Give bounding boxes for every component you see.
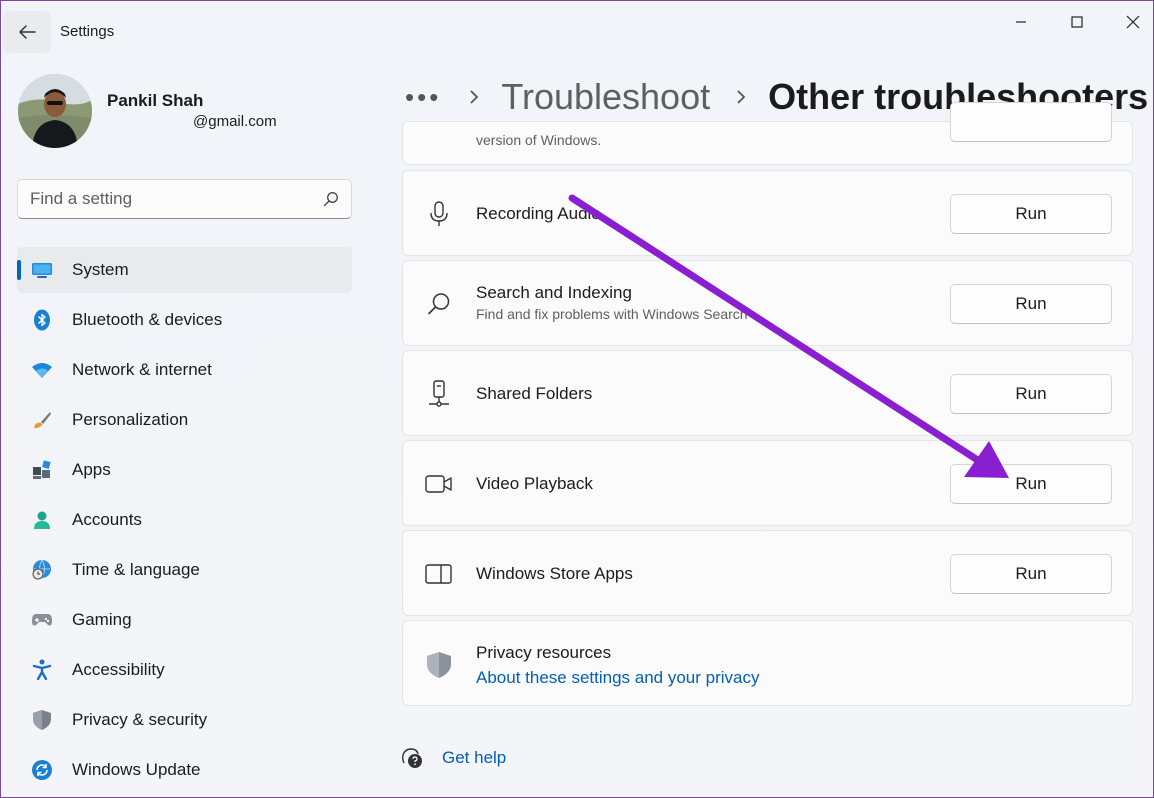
person-icon bbox=[31, 509, 53, 531]
minimize-icon bbox=[1016, 21, 1026, 23]
search-input[interactable] bbox=[30, 189, 323, 209]
troubleshooter-description: Find and fix problems with Windows Searc… bbox=[476, 306, 748, 322]
sidebar-item-privacy-security[interactable]: Privacy & security bbox=[17, 697, 352, 743]
chevron-right-icon bbox=[736, 89, 746, 105]
sidebar-item-label: Gaming bbox=[72, 610, 132, 629]
chevron-right-icon bbox=[469, 89, 479, 105]
troubleshooter-card-search-indexing: Search and Indexing Find and fix problem… bbox=[402, 260, 1133, 346]
breadcrumb-troubleshoot[interactable]: Troubleshoot bbox=[501, 76, 710, 118]
troubleshooter-title: Windows Store Apps bbox=[476, 564, 633, 583]
run-button[interactable] bbox=[950, 102, 1112, 142]
sidebar-item-personalization[interactable]: Personalization bbox=[17, 397, 352, 443]
sidebar-item-accessibility[interactable]: Accessibility bbox=[17, 647, 352, 693]
accessibility-icon bbox=[31, 659, 53, 681]
avatar[interactable] bbox=[18, 74, 92, 148]
sidebar-item-label: Personalization bbox=[72, 410, 189, 429]
gamepad-icon bbox=[31, 609, 53, 631]
sidebar-item-apps[interactable]: Apps bbox=[17, 447, 352, 493]
troubleshooter-title: Video Playback bbox=[476, 474, 593, 493]
run-button-shared-folders[interactable]: Run bbox=[950, 374, 1112, 414]
help-icon bbox=[401, 748, 422, 768]
sidebar-item-label: Accessibility bbox=[72, 660, 165, 679]
get-help-link[interactable]: Get help bbox=[442, 748, 506, 768]
privacy-resources-title: Privacy resources bbox=[476, 643, 612, 662]
search-box[interactable] bbox=[17, 179, 352, 219]
breadcrumb-more-button[interactable]: ••• bbox=[405, 84, 441, 110]
apps-icon bbox=[31, 459, 53, 481]
maximize-button[interactable] bbox=[1054, 9, 1100, 35]
sidebar-item-gaming[interactable]: Gaming bbox=[17, 597, 352, 643]
sidebar-item-accounts[interactable]: Accounts bbox=[17, 497, 352, 543]
minimize-button[interactable] bbox=[998, 9, 1044, 35]
sidebar-item-time-language[interactable]: Time & language bbox=[17, 547, 352, 593]
close-icon bbox=[1126, 15, 1140, 29]
privacy-settings-link[interactable]: About these settings and your privacy bbox=[476, 668, 760, 688]
sidebar-item-label: Windows Update bbox=[72, 760, 201, 779]
privacy-resources-card: Privacy resources About these settings a… bbox=[402, 620, 1133, 706]
sidebar-item-label: Time & language bbox=[72, 560, 200, 579]
update-icon bbox=[31, 759, 53, 781]
paintbrush-icon bbox=[31, 409, 53, 431]
troubleshooter-card-shared-folders: Shared Folders Run bbox=[402, 350, 1133, 436]
search-icon[interactable] bbox=[323, 191, 339, 207]
search-icon bbox=[425, 290, 453, 318]
troubleshooter-title: Search and Indexing bbox=[476, 283, 632, 302]
run-button-store-apps[interactable]: Run bbox=[950, 554, 1112, 594]
sidebar-item-label: Accounts bbox=[72, 510, 142, 529]
user-name: Pankil Shah bbox=[107, 91, 204, 110]
run-button-search-indexing[interactable]: Run bbox=[950, 284, 1112, 324]
run-button-video-playback[interactable]: Run bbox=[950, 464, 1112, 504]
settings-window: Settings Pankil Shah @gmail.com Find a s… bbox=[0, 0, 1154, 798]
back-button[interactable] bbox=[3, 11, 51, 53]
sidebar-item-label: Apps bbox=[72, 460, 111, 479]
troubleshooter-description: version of Windows. bbox=[476, 132, 602, 148]
sidebar-nav: System Bluetooth & devices Network & int… bbox=[17, 247, 352, 797]
troubleshooter-title: Shared Folders bbox=[476, 384, 593, 403]
troubleshooter-title: Recording Audio bbox=[476, 204, 601, 223]
title-bar: Settings bbox=[1, 1, 1153, 63]
shield-icon bbox=[31, 709, 53, 731]
sidebar-item-network[interactable]: Network & internet bbox=[17, 347, 352, 393]
sidebar-item-windows-update[interactable]: Windows Update bbox=[17, 747, 352, 793]
run-button-recording-audio[interactable]: Run bbox=[950, 194, 1112, 234]
sidebar-item-label: Network & internet bbox=[72, 360, 212, 379]
wifi-icon bbox=[31, 359, 53, 381]
back-arrow-icon bbox=[19, 25, 36, 39]
microphone-icon bbox=[425, 200, 453, 228]
sidebar-item-label: System bbox=[72, 260, 129, 279]
user-photo-icon bbox=[18, 74, 92, 148]
maximize-icon bbox=[1071, 16, 1083, 28]
troubleshooter-card-recording-audio: Recording Audio Run bbox=[402, 170, 1133, 256]
app-title: Settings bbox=[60, 23, 115, 40]
troubleshooter-card-video-playback: Video Playback Run bbox=[402, 440, 1133, 526]
network-folder-icon bbox=[425, 380, 453, 408]
globe-clock-icon bbox=[31, 559, 53, 581]
sidebar-item-bluetooth[interactable]: Bluetooth & devices bbox=[17, 297, 352, 343]
troubleshooter-card-partial: version of Windows. bbox=[402, 102, 1133, 165]
video-camera-icon bbox=[425, 470, 453, 498]
sidebar-item-label: Privacy & security bbox=[72, 710, 208, 729]
shield-icon bbox=[425, 651, 453, 679]
get-help[interactable]: Get help bbox=[401, 747, 506, 769]
monitor-icon bbox=[31, 259, 53, 281]
sidebar-item-label: Bluetooth & devices bbox=[72, 310, 223, 329]
sidebar-item-system[interactable]: System bbox=[17, 247, 352, 293]
close-button[interactable] bbox=[1110, 9, 1153, 35]
bluetooth-icon bbox=[31, 309, 53, 331]
store-window-icon bbox=[425, 560, 453, 588]
troubleshooter-card-store-apps: Windows Store Apps Run bbox=[402, 530, 1133, 616]
user-email: @gmail.com bbox=[193, 113, 277, 130]
